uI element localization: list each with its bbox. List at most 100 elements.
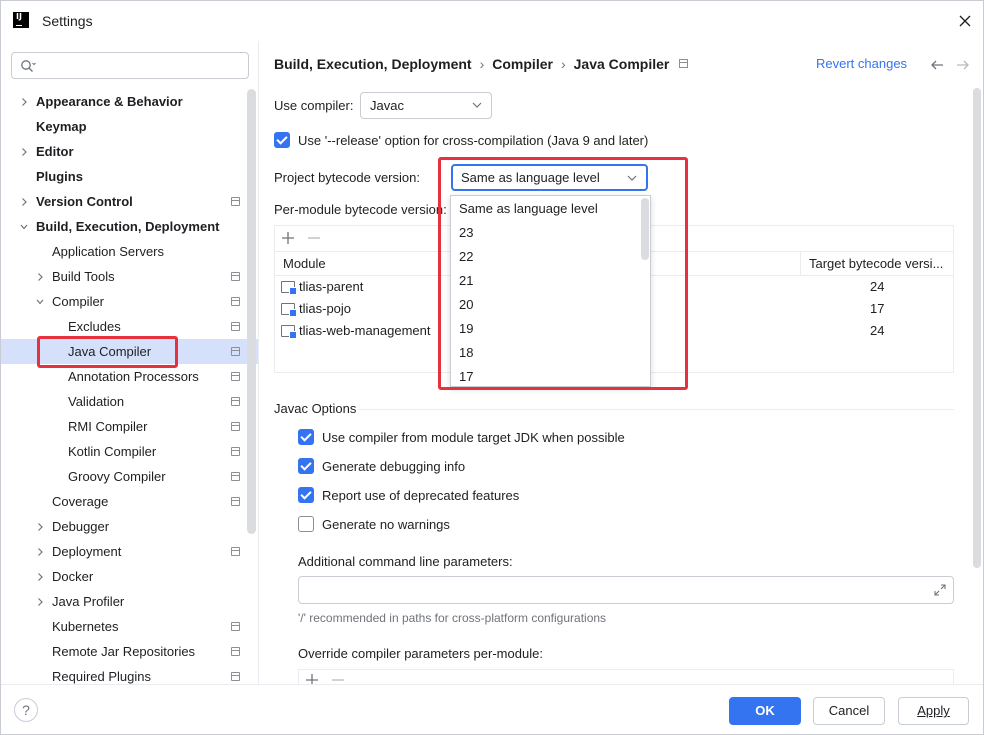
generate-no-warnings-checkbox[interactable]: [298, 516, 314, 532]
chevron-right-icon[interactable]: [35, 522, 45, 532]
help-button[interactable]: ?: [14, 698, 38, 722]
project-scope-icon: [231, 672, 240, 681]
sidebar-item-docker[interactable]: Docker: [1, 564, 258, 589]
release-option-label: Use '--release' option for cross-compila…: [298, 133, 649, 148]
forward-arrow-icon[interactable]: [955, 58, 971, 72]
sidebar-item-validation[interactable]: Validation: [1, 389, 258, 414]
sidebar-item-application-servers[interactable]: Application Servers: [1, 239, 258, 264]
target-bytecode-value: 17: [870, 301, 885, 316]
sidebar-item-kubernetes[interactable]: Kubernetes: [1, 614, 258, 639]
project-scope-icon: [231, 547, 240, 556]
project-scope-icon: [231, 322, 240, 331]
override-params-table: [298, 669, 954, 684]
sidebar-item-compiler[interactable]: Compiler: [1, 289, 258, 314]
sidebar-scrollbar[interactable]: [247, 89, 256, 534]
additional-params-input[interactable]: [298, 576, 954, 604]
window-title: Settings: [42, 13, 93, 29]
chevron-right-icon[interactable]: [35, 597, 45, 607]
sidebar-item-build-execution-deployment[interactable]: Build, Execution, Deployment: [1, 214, 258, 239]
module-name: tlias-parent: [299, 279, 364, 294]
ok-button[interactable]: OK: [729, 697, 801, 725]
apply-button[interactable]: Apply: [898, 697, 969, 725]
module-icon: [281, 303, 297, 317]
target-bytecode-value: 24: [870, 279, 885, 294]
per-module-label: Per-module bytecode version:: [274, 202, 447, 217]
chevron-right-icon[interactable]: [35, 547, 45, 557]
bytecode-version-label: Project bytecode version:: [274, 170, 420, 185]
project-scope-icon: [231, 197, 240, 206]
sidebar-item-label: Keymap: [36, 119, 87, 134]
sidebar-item-coverage[interactable]: Coverage: [1, 489, 258, 514]
content-scrollbar[interactable]: [973, 88, 981, 568]
sidebar-item-label: RMI Compiler: [68, 419, 148, 434]
remove-icon[interactable]: [331, 673, 345, 684]
sidebar-item-rmi-compiler[interactable]: RMI Compiler: [1, 414, 258, 439]
column-header-module[interactable]: Module: [283, 252, 326, 276]
module-name: tlias-pojo: [299, 301, 352, 316]
sidebar-item-plugins[interactable]: Plugins: [1, 164, 258, 189]
sidebar-item-java-profiler[interactable]: Java Profiler: [1, 589, 258, 614]
javac-options-title: Javac Options: [274, 401, 357, 416]
use-compiler-value: Javac: [370, 98, 404, 113]
chevron-down-icon[interactable]: [19, 222, 29, 232]
annotation-box-dropdown: [438, 157, 688, 390]
override-params-label: Override compiler parameters per-module:: [298, 646, 543, 661]
project-scope-icon: [231, 297, 240, 306]
search-input[interactable]: [11, 52, 249, 79]
revert-changes-link[interactable]: Revert changes: [816, 56, 907, 71]
generate-debugging-info-checkbox[interactable]: [298, 458, 314, 474]
sidebar-item-build-tools[interactable]: Build Tools: [1, 264, 258, 289]
remove-icon[interactable]: [307, 231, 321, 245]
chevron-right-icon[interactable]: [35, 272, 45, 282]
release-option-checkbox[interactable]: [274, 132, 290, 148]
sidebar-item-label: Plugins: [36, 169, 83, 184]
sidebar-item-label: Remote Jar Repositories: [52, 644, 196, 659]
column-header-target[interactable]: Target bytecode versi...: [809, 252, 953, 276]
sidebar-item-label: Validation: [68, 394, 125, 409]
sidebar-item-appearance-behavior[interactable]: Appearance & Behavior: [1, 89, 258, 114]
expand-icon[interactable]: [933, 583, 947, 597]
use-compiler-select[interactable]: Javac: [360, 92, 492, 119]
use-compiler-label: Use compiler:: [274, 98, 354, 113]
close-button[interactable]: [953, 9, 977, 33]
use-compiler-from-module-target-jdk-when-possible-checkbox[interactable]: [298, 429, 314, 445]
sidebar-item-keymap[interactable]: Keymap: [1, 114, 258, 139]
chevron-right-icon[interactable]: [19, 197, 29, 207]
project-scope-icon: [231, 647, 240, 656]
chevron-right-icon[interactable]: [19, 97, 29, 107]
module-icon: [281, 325, 297, 339]
add-icon[interactable]: [305, 673, 319, 684]
sidebar-item-kotlin-compiler[interactable]: Kotlin Compiler: [1, 439, 258, 464]
sidebar-item-label: Version Control: [36, 194, 133, 209]
chevron-down-icon[interactable]: [35, 297, 45, 307]
module-icon: [281, 281, 297, 295]
sidebar-item-label: Java Profiler: [52, 594, 125, 609]
sidebar-item-remote-jar-repositories[interactable]: Remote Jar Repositories: [1, 639, 258, 664]
chevron-down-icon: [472, 102, 482, 108]
sidebar-item-label: Coverage: [52, 494, 109, 509]
additional-params-label: Additional command line parameters:: [298, 554, 513, 569]
sidebar-item-debugger[interactable]: Debugger: [1, 514, 258, 539]
sidebar-item-version-control[interactable]: Version Control: [1, 189, 258, 214]
sidebar-item-label: Groovy Compiler: [68, 469, 166, 484]
cancel-button[interactable]: Cancel: [813, 697, 885, 725]
sidebar-item-deployment[interactable]: Deployment: [1, 539, 258, 564]
sidebar-item-label: Kubernetes: [52, 619, 119, 634]
breadcrumb-item: Java Compiler: [573, 56, 670, 72]
sidebar-item-groovy-compiler[interactable]: Groovy Compiler: [1, 464, 258, 489]
option-label: Generate debugging info: [322, 459, 466, 474]
add-icon[interactable]: [281, 231, 295, 245]
report-use-of-deprecated-features-checkbox[interactable]: [298, 487, 314, 503]
sidebar-item-label: Docker: [52, 569, 94, 584]
chevron-right-icon[interactable]: [19, 147, 29, 157]
option-label: Generate no warnings: [322, 517, 450, 532]
sidebar-item-editor[interactable]: Editor: [1, 139, 258, 164]
chevron-right-icon[interactable]: [35, 572, 45, 582]
back-arrow-icon[interactable]: [929, 58, 945, 72]
sidebar-item-label: Debugger: [52, 519, 110, 534]
sidebar-item-label: Compiler: [52, 294, 105, 309]
sidebar-item-label: Application Servers: [52, 244, 164, 259]
module-name: tlias-web-management: [299, 323, 431, 338]
close-icon: [959, 15, 971, 27]
project-scope-icon: [679, 59, 689, 68]
